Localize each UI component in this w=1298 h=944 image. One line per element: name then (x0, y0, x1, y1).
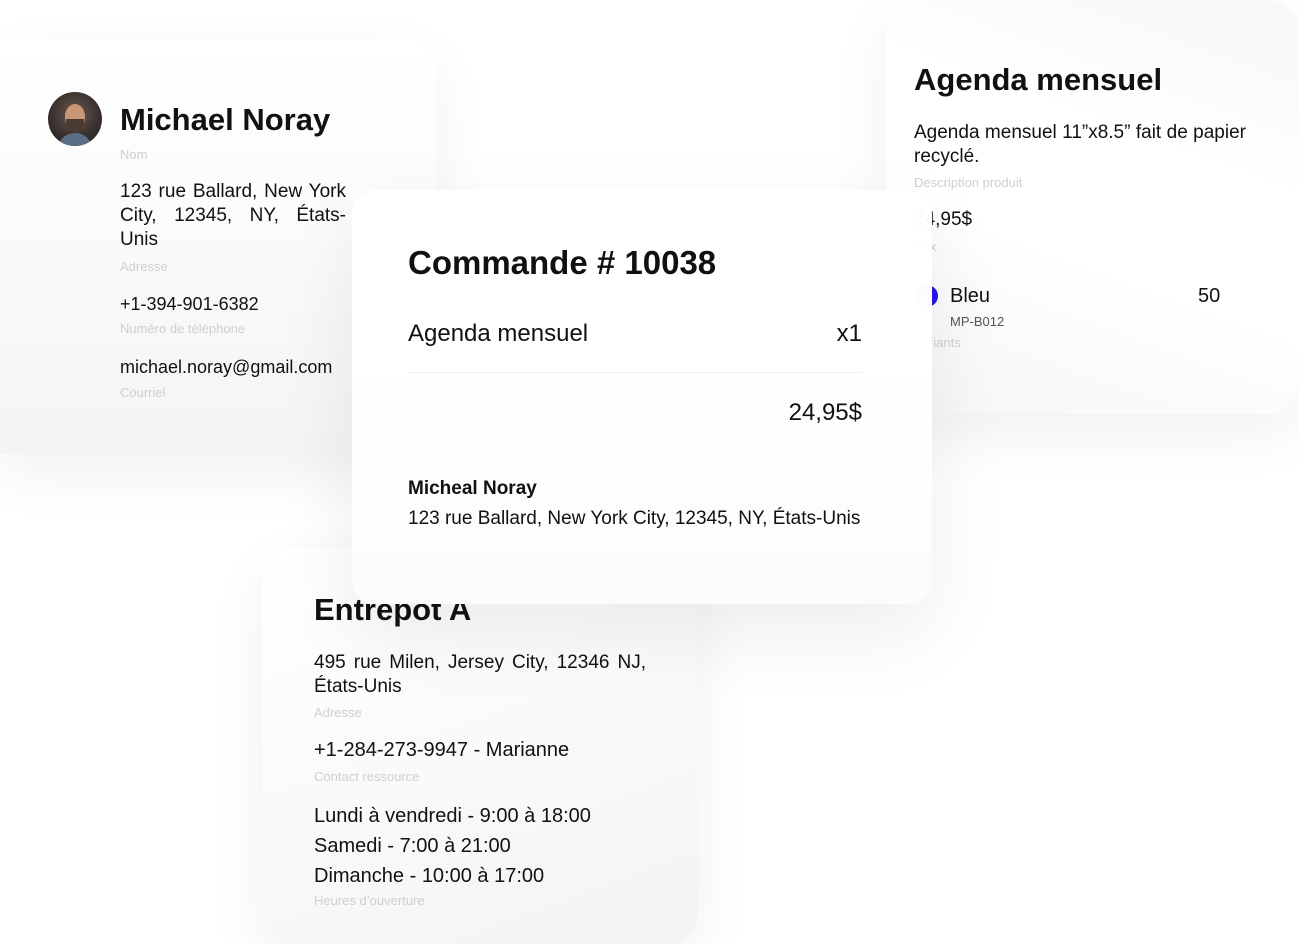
user-avatar-icon (48, 92, 102, 146)
warehouse-address-label: Adresse (314, 705, 362, 720)
customer-email-label: Courriel (120, 385, 166, 400)
variant-name: Bleu (950, 285, 991, 307)
customer-name-label: Nom (120, 147, 148, 162)
hours-line: Dimanche - 10:00 à 17:00 (314, 865, 545, 887)
variant-sku: MP-B012 (950, 314, 1005, 329)
customer-name: Michael Noray (120, 102, 331, 137)
warehouse-card[interactable]: Entrepot A 495 rue Milen, Jersey City, 1… (262, 548, 698, 944)
order-customer-address: 123 rue Ballard, New York City, 12345, N… (408, 508, 861, 529)
hours-line: Samedi - 7:00 à 21:00 (314, 835, 511, 857)
hours-line: Lundi à vendredi - 9:00 à 18:00 (314, 805, 591, 827)
product-card[interactable]: Agenda mensuel Agenda mensuel 11”x8.5” f… (886, 0, 1298, 414)
warehouse-address: 495 rue Milen, Jersey City, 12346 NJ, Ét… (314, 652, 646, 697)
customer-phone-label: Numéro de téléphone (120, 321, 246, 336)
order-item-name: Agenda mensuel (408, 320, 589, 347)
customer-email: michael.noray@gmail.com (120, 357, 333, 377)
warehouse-hours-label: Heures d’ouverture (314, 893, 425, 908)
customer-phone: +1-394-901-6382 (120, 294, 259, 314)
product-description-label: Description produit (914, 175, 1023, 190)
order-item-quantity: x1 (836, 320, 862, 347)
order-total: 24,95$ (788, 399, 862, 426)
page-canvas: Michael Noray Nom 123 rue Ballard, New Y… (0, 0, 1298, 944)
product-title: Agenda mensuel (914, 62, 1163, 97)
customer-address: 123 rue Ballard, New York City, 12345, N… (120, 181, 346, 250)
warehouse-contact-label: Contact ressource (314, 769, 420, 784)
order-title: Commande # 10038 (408, 244, 717, 281)
order-customer-name: Micheal Noray (408, 478, 537, 499)
order-card[interactable]: Commande # 10038 Agenda mensuel x1 24,95… (352, 190, 932, 604)
customer-address-label: Adresse (120, 259, 168, 274)
warehouse-contact: +1-284-273-9947 - Marianne (314, 739, 570, 761)
order-divider (408, 372, 862, 373)
product-description: Agenda mensuel 11”x8.5” fait de papier r… (914, 122, 1246, 167)
variant-quantity: 50 (1198, 285, 1221, 307)
warehouse-hours: Lundi à vendredi - 9:00 à 18:00 Samedi -… (314, 801, 591, 891)
